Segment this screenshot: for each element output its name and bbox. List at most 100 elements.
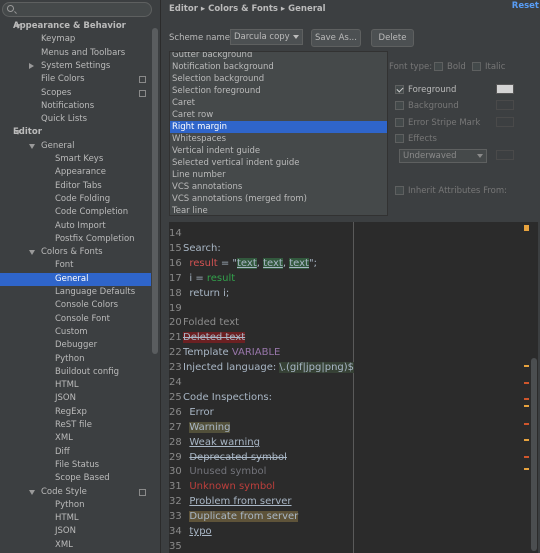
effects-label: Effects (408, 134, 437, 144)
save-as-button[interactable]: Save As... (311, 29, 361, 47)
tree-item[interactable]: Code Folding (0, 193, 152, 206)
code-token: Template (183, 347, 232, 359)
tree-item[interactable]: File Colors (0, 73, 152, 86)
tree-item[interactable]: Quick Lists (0, 113, 152, 126)
tree-item[interactable]: RegExp (0, 406, 152, 419)
tree-item[interactable]: ReST file (0, 419, 152, 432)
attribute-list[interactable]: Gutter background Notification background… (169, 51, 388, 216)
attribute-item[interactable]: Right margin (170, 121, 387, 133)
tree-item[interactable]: Diff (0, 446, 152, 459)
settings-search-input[interactable] (2, 2, 152, 17)
attribute-item[interactable]: Selection foreground (170, 85, 387, 97)
tree-item[interactable]: Smart Keys (0, 153, 152, 166)
attribute-item[interactable]: Gutter background (170, 52, 387, 61)
delete-button[interactable]: Delete (371, 29, 414, 47)
stripe-mark[interactable] (524, 456, 529, 458)
stripe-mark[interactable] (524, 405, 529, 407)
tree-item[interactable]: XML (0, 539, 152, 552)
search-icon (7, 5, 14, 12)
attribute-item[interactable]: Vertical indent guide (170, 145, 387, 157)
attribute-item[interactable]: Selection background (170, 73, 387, 85)
tree-item[interactable]: File Status (0, 459, 152, 472)
tree-item-label: Custom (55, 326, 88, 337)
collapse-arrow-icon[interactable] (29, 62, 34, 69)
expand-arrow-icon[interactable] (29, 250, 35, 256)
tree-item[interactable]: Menus and Toolbars (0, 47, 152, 60)
tree-item[interactable]: Auto Import (0, 220, 152, 233)
tree-item[interactable]: Editor (0, 126, 152, 139)
stripe-mark[interactable] (524, 382, 529, 384)
attribute-item[interactable]: Notification background (170, 61, 387, 73)
tree-item[interactable]: XML (0, 432, 152, 445)
tree-item[interactable]: Keymap (0, 33, 152, 46)
editor-scrollbar[interactable] (531, 358, 537, 551)
tree-item[interactable]: Editor Tabs (0, 180, 152, 193)
preview-editor[interactable]: 14 15Search: 16 result = "text, text, text… (169, 222, 538, 553)
tree-item[interactable]: System Settings (0, 60, 152, 73)
stripe-mark[interactable] (524, 423, 529, 425)
background-color-swatch[interactable] (496, 100, 514, 110)
error-stripe-color-swatch[interactable] (496, 117, 514, 127)
reset-link[interactable]: Reset (512, 1, 539, 11)
tree-item[interactable]: Language Defaults (0, 286, 152, 299)
tree-item[interactable]: JSON (0, 392, 152, 405)
italic-checkbox[interactable] (472, 62, 481, 71)
tree-item[interactable]: Scopes (0, 87, 152, 100)
tree-item[interactable]: General (0, 272, 151, 286)
tree-item[interactable]: Appearance (0, 166, 152, 179)
tree-item[interactable]: Notifications (0, 100, 152, 113)
tree-item[interactable]: Python (0, 499, 152, 512)
attribute-item[interactable]: Selected vertical indent guide (170, 157, 387, 169)
stripe-mark[interactable] (524, 439, 529, 441)
tree-item[interactable]: Code Style (0, 486, 152, 499)
tree-item[interactable]: Postfix Completion (0, 233, 152, 246)
expand-arrow-icon[interactable] (29, 489, 35, 495)
effect-type-select[interactable]: Underwaved (399, 149, 487, 163)
attribute-item[interactable]: VCS annotations (170, 181, 387, 193)
tree-item[interactable]: Colors & Fonts (0, 246, 152, 259)
attribute-item[interactable]: Whitespaces (170, 133, 387, 145)
tree-item[interactable]: Font (0, 259, 152, 272)
stripe-mark[interactable] (524, 398, 529, 400)
tree-item[interactable]: JSON (0, 525, 152, 538)
attribute-item[interactable]: Caret row (170, 109, 387, 121)
line-number: 33 (169, 511, 182, 523)
tree-item[interactable]: Custom (0, 326, 152, 339)
tree-item[interactable]: Console Font (0, 313, 152, 326)
bold-checkbox[interactable] (434, 62, 443, 71)
tree-item[interactable]: Scope Based (0, 472, 152, 485)
tree-scrollbar[interactable] (152, 28, 158, 354)
tree-item-label: Code Style (41, 486, 87, 497)
effects-checkbox[interactable] (395, 134, 404, 143)
error-stripe-checkbox[interactable] (395, 118, 404, 127)
background-checkbox[interactable] (395, 101, 404, 110)
scheme-select[interactable]: Darcula copy (230, 29, 303, 45)
stripe-mark[interactable] (524, 468, 529, 470)
tree-item[interactable]: HTML (0, 379, 152, 392)
attribute-item[interactable]: Tear line (170, 205, 387, 215)
stripe-mark[interactable] (524, 365, 529, 367)
attribute-item[interactable]: Line number (170, 169, 387, 181)
foreground-color-swatch[interactable] (496, 84, 514, 94)
chevron-down-icon (293, 35, 299, 39)
project-scope-icon (139, 76, 146, 84)
attribute-item[interactable]: VCS annotations (merged from) (170, 193, 387, 205)
tree-item[interactable]: HTML (0, 512, 152, 525)
tree-item[interactable]: Appearance & Behavior (0, 20, 152, 33)
inspection-status-icon[interactable] (524, 225, 529, 231)
effect-color-swatch[interactable] (496, 150, 514, 160)
inherit-checkbox[interactable] (395, 186, 404, 195)
line-number: 19 (169, 302, 182, 314)
code-token: Unknown symbol (189, 481, 276, 493)
tree-item[interactable]: Debugger (0, 339, 152, 352)
tree-item[interactable]: General (0, 140, 152, 153)
code-line: 29 Deprecated symbol (169, 450, 287, 465)
foreground-checkbox[interactable] (395, 85, 404, 94)
tree-item[interactable]: Console Colors (0, 299, 152, 312)
tree-item[interactable]: Python (0, 353, 152, 366)
tree-item[interactable]: Code Completion (0, 206, 152, 219)
line-number: 27 (169, 421, 182, 433)
expand-arrow-icon[interactable] (29, 143, 35, 149)
tree-item[interactable]: Buildout config (0, 366, 152, 379)
attribute-item[interactable]: Caret (170, 97, 387, 109)
